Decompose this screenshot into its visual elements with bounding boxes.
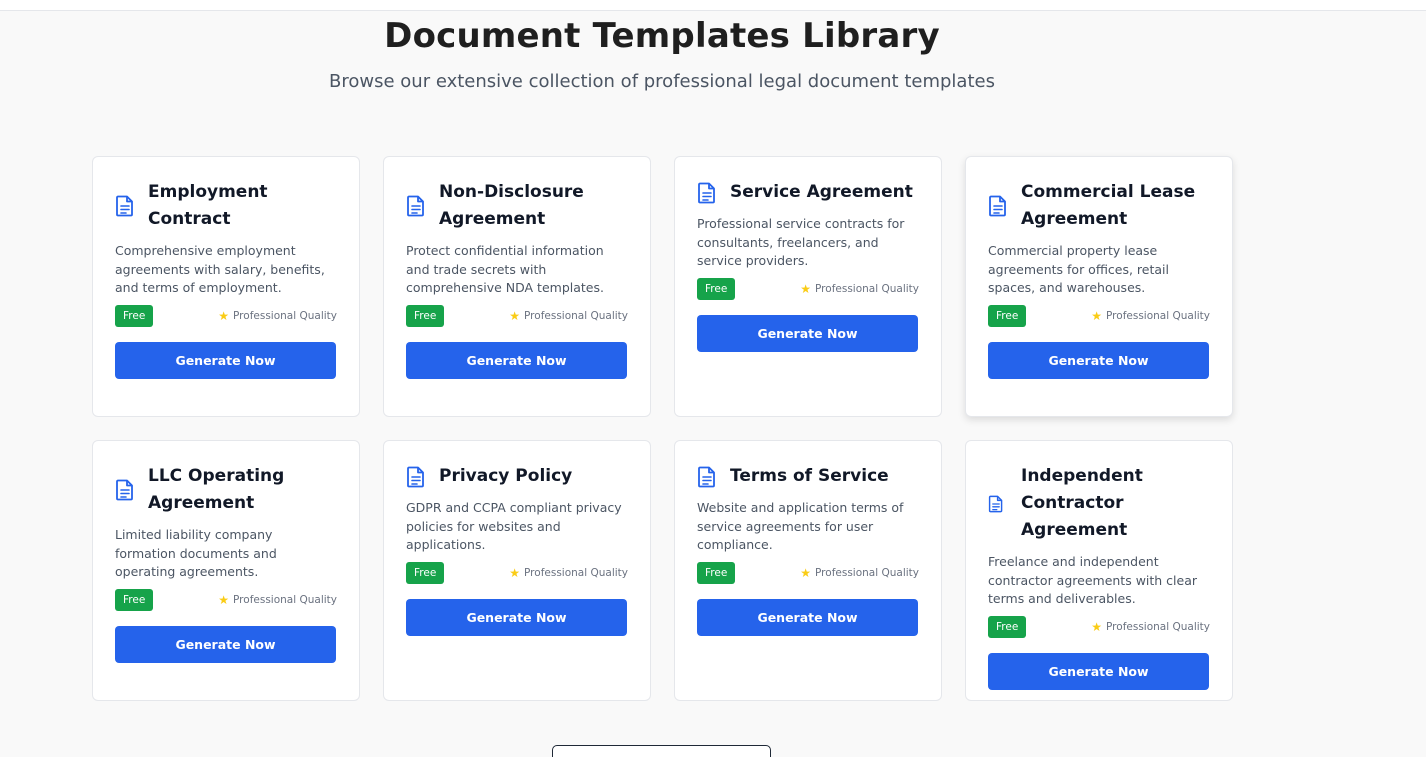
- generate-now-button[interactable]: Generate Now: [115, 342, 336, 380]
- free-badge: Free: [115, 589, 154, 612]
- generate-now-button[interactable]: Generate Now: [988, 342, 1209, 380]
- free-badge: Free: [697, 562, 736, 585]
- card-description: Website and application terms of service…: [697, 500, 904, 553]
- free-badge: Free: [697, 278, 736, 301]
- generate-now-button[interactable]: Generate Now: [697, 315, 918, 353]
- card-title: Terms of Service: [730, 466, 889, 486]
- load-more-button[interactable]: [552, 745, 771, 757]
- document-icon: [988, 195, 1008, 217]
- star-icon: ★: [509, 566, 521, 581]
- page-title: Document Templates Library: [384, 16, 940, 56]
- card-title: Independent Contractor Agreement: [1021, 466, 1143, 540]
- card-description: Professional service contracts for consu…: [697, 216, 905, 269]
- quality-text: Professional Quality: [524, 310, 628, 323]
- star-icon: ★: [218, 593, 230, 608]
- generate-now-button[interactable]: Generate Now: [406, 342, 627, 380]
- quality-label: ★ Professional Quality: [800, 566, 919, 580]
- card-title: Privacy Policy: [439, 466, 573, 486]
- quality-text: Professional Quality: [815, 283, 919, 296]
- star-icon: ★: [509, 309, 521, 324]
- template-grid: Employment Contract Comprehensive employ…: [92, 156, 1233, 701]
- card-title: LLC Operating Agreement: [148, 466, 285, 513]
- template-card-service-agreement: Service Agreement Professional service c…: [674, 156, 942, 417]
- document-icon: [988, 493, 1008, 515]
- document-icon: [697, 466, 717, 488]
- card-description: Limited liability company formation docu…: [115, 527, 277, 580]
- star-icon: ★: [218, 309, 230, 324]
- card-description: Protect confidential information and tra…: [406, 243, 604, 296]
- template-card-employment-contract: Employment Contract Comprehensive employ…: [92, 156, 360, 417]
- card-description: GDPR and CCPA compliant privacy policies…: [406, 500, 622, 553]
- document-icon: [406, 195, 426, 217]
- template-card-non-disclosure-agreement: Non-Disclosure Agreement Protect confide…: [383, 156, 651, 417]
- generate-now-button[interactable]: Generate Now: [988, 653, 1209, 691]
- star-icon: ★: [1091, 620, 1103, 635]
- card-description: Commercial property lease agreements for…: [988, 243, 1169, 296]
- document-icon: [406, 466, 426, 488]
- document-icon: [115, 195, 135, 217]
- free-badge: Free: [115, 305, 154, 328]
- document-icon: [115, 479, 135, 501]
- star-icon: ★: [1091, 309, 1103, 324]
- quality-label: ★ Professional Quality: [1091, 309, 1210, 323]
- quality-label: ★ Professional Quality: [218, 309, 337, 323]
- document-icon: [697, 182, 717, 204]
- quality-text: Professional Quality: [233, 594, 337, 607]
- quality-text: Professional Quality: [1106, 310, 1210, 323]
- free-badge: Free: [988, 305, 1027, 328]
- quality-label: ★ Professional Quality: [800, 282, 919, 296]
- template-card-commercial-lease-agreement: Commercial Lease Agreement Commercial pr…: [965, 156, 1233, 417]
- quality-text: Professional Quality: [1106, 621, 1210, 634]
- card-description: Comprehensive employment agreements with…: [115, 243, 325, 296]
- card-description: Freelance and independent contractor agr…: [988, 554, 1198, 607]
- generate-now-button[interactable]: Generate Now: [115, 626, 336, 664]
- quality-text: Professional Quality: [233, 310, 337, 323]
- quality-label: ★ Professional Quality: [509, 309, 628, 323]
- quality-text: Professional Quality: [524, 567, 628, 580]
- star-icon: ★: [800, 566, 812, 581]
- quality-label: ★ Professional Quality: [509, 566, 628, 580]
- template-card-independent-contractor-agreement: Independent Contractor Agreement Freelan…: [965, 440, 1233, 701]
- template-card-privacy-policy: Privacy Policy GDPR and CCPA compliant p…: [383, 440, 651, 701]
- quality-text: Professional Quality: [815, 567, 919, 580]
- template-card-terms-of-service: Terms of Service Website and application…: [674, 440, 942, 701]
- page-subtitle: Browse our extensive collection of profe…: [329, 71, 995, 92]
- star-icon: ★: [800, 282, 812, 297]
- generate-now-button[interactable]: Generate Now: [406, 599, 627, 637]
- generate-now-button[interactable]: Generate Now: [697, 599, 918, 637]
- quality-label: ★ Professional Quality: [1091, 620, 1210, 634]
- card-title: Employment Contract: [148, 182, 268, 229]
- free-badge: Free: [406, 562, 445, 585]
- quality-label: ★ Professional Quality: [218, 593, 337, 607]
- template-card-llc-operating-agreement: LLC Operating Agreement Limited liabilit…: [92, 440, 360, 701]
- free-badge: Free: [988, 616, 1027, 639]
- card-title: Commercial Lease Agreement: [1021, 182, 1196, 229]
- card-title: Non-Disclosure Agreement: [439, 182, 584, 229]
- top-bar: [0, 0, 1426, 11]
- card-title: Service Agreement: [730, 182, 913, 202]
- free-badge: Free: [406, 305, 445, 328]
